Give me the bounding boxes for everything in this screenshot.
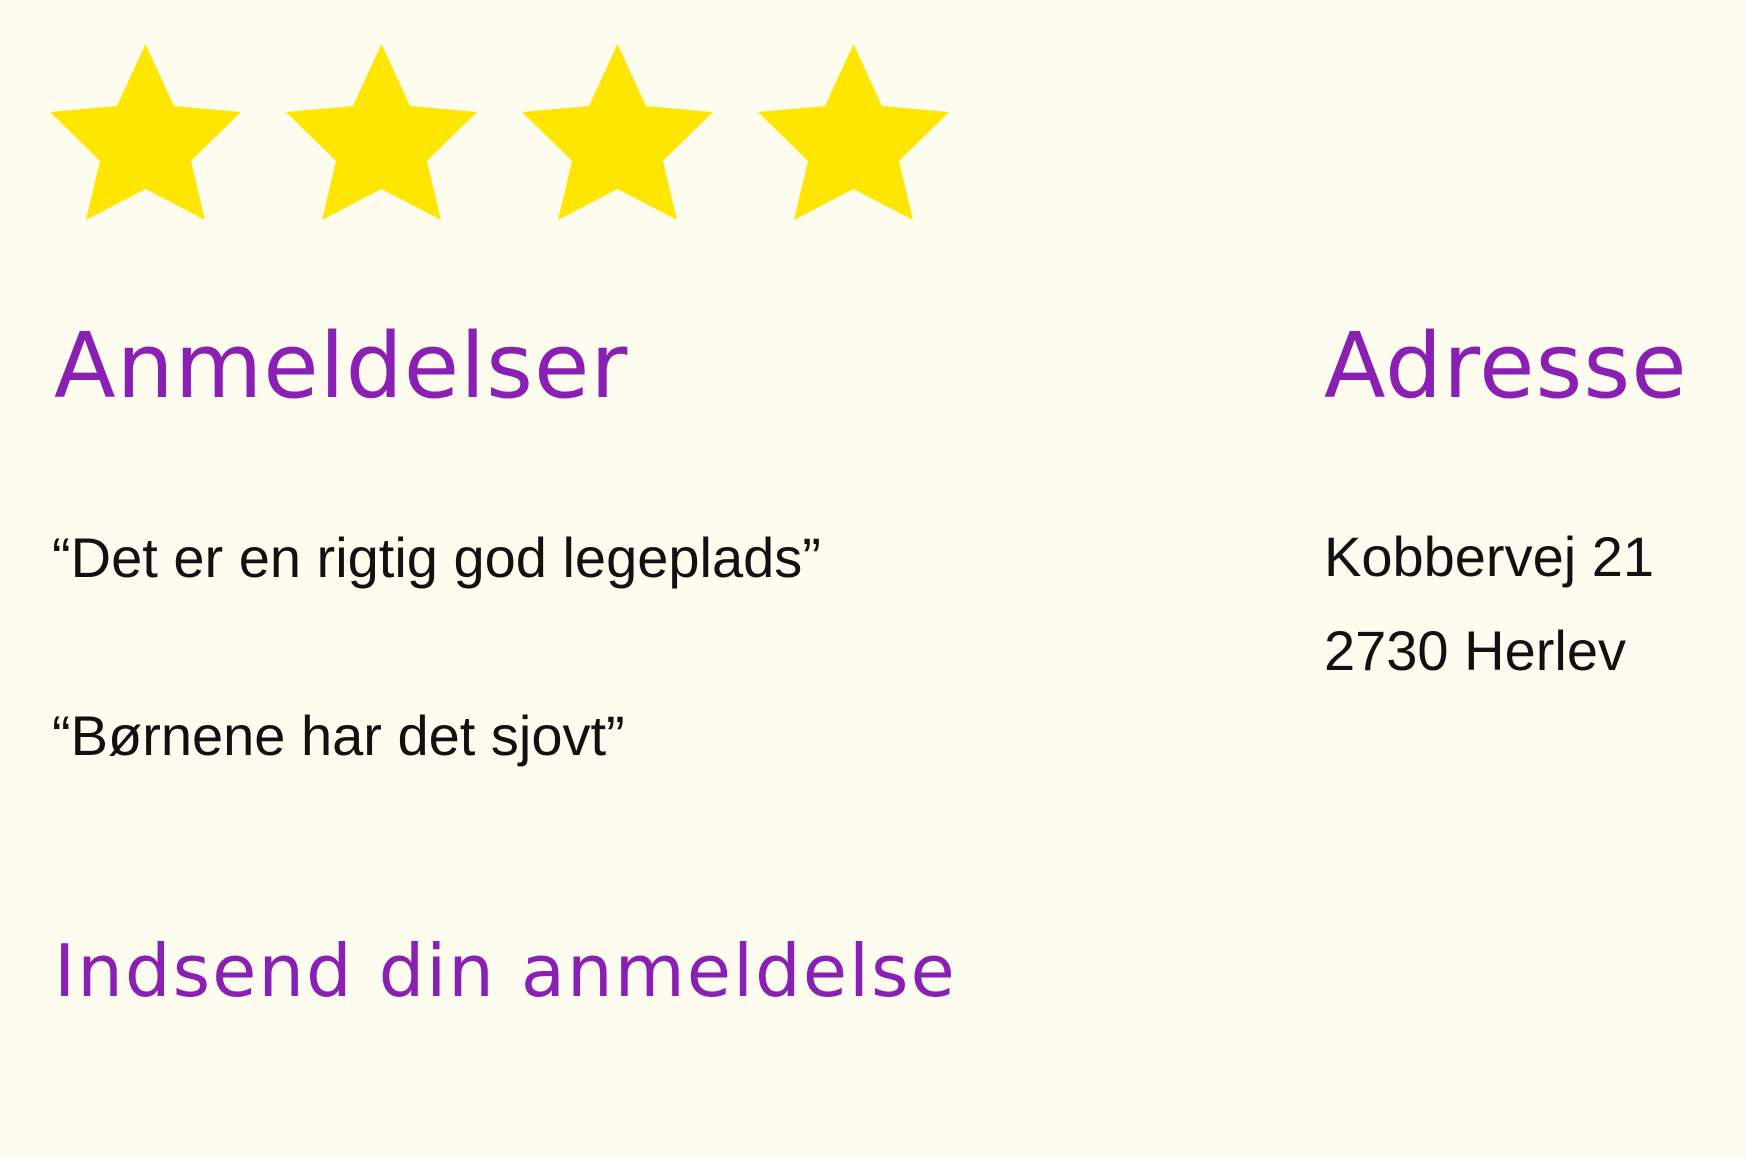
address-block: Kobbervej 21 2730 Herlev [1324,510,1654,698]
star-icon [522,44,713,220]
star-icon [286,44,477,220]
submit-review-link[interactable]: Indsend din anmeldelse [54,935,957,1007]
review-quote: “Børnene har det sjovt” [52,704,625,767]
address-heading: Adresse [1324,314,1688,419]
address-city: 2730 Herlev [1324,619,1626,682]
address-street: Kobbervej 21 [1324,525,1655,588]
star-icon [50,44,241,220]
star-icon [758,44,949,220]
review-quote: “Det er en rigtig god legeplads” [52,526,821,589]
page: Anmeldelser Adresse “Det er en rigtig go… [0,0,1746,1159]
star-rating [50,44,949,220]
reviews-heading: Anmeldelser [54,314,629,419]
